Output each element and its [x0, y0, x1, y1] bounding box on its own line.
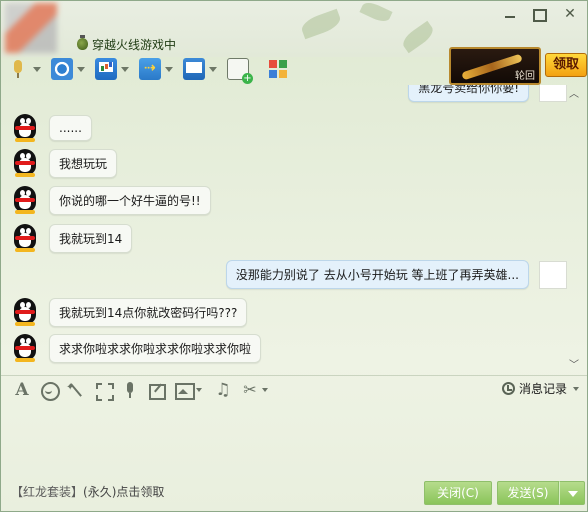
voice-call-button[interactable] — [7, 56, 41, 82]
message-outgoing-partial: 黑龙号卖给你你要! — [398, 85, 567, 102]
promo-duration: (永久) — [83, 485, 117, 499]
message-bubble: 我就玩到14点你就改密码行吗??? — [49, 297, 248, 327]
penguin-avatar-icon[interactable] — [11, 297, 39, 327]
promo-banner: 轮回 领取 — [449, 47, 587, 85]
weapon-thumbnail[interactable]: 轮回 — [449, 47, 541, 85]
window-controls: ✕ — [503, 7, 577, 21]
penguin-avatar-icon[interactable] — [11, 223, 39, 253]
grenade-icon — [77, 35, 88, 50]
message-bubble: 没那能力别说了 去从小号开始玩 等上班了再弄英雄... — [225, 260, 529, 289]
apps-button[interactable] — [267, 56, 289, 82]
penguin-avatar-icon[interactable] — [11, 148, 39, 178]
chevron-down-icon[interactable] — [121, 66, 129, 72]
close-icon[interactable]: ✕ — [563, 7, 577, 21]
folder-transfer-icon — [139, 58, 161, 80]
promo-tag: 【红龙套装】 — [11, 485, 84, 499]
penguin-avatar-icon[interactable] — [11, 113, 39, 143]
scroll-up-icon[interactable]: ︿ — [569, 85, 579, 100]
chat-window: 穿越火线游戏中 ✕ ⇢ + 轮回 领取 黑龙号卖给你你要! ︿ ...... 我… — [0, 0, 588, 512]
message-bubble: ...... — [49, 115, 92, 141]
message-incoming: 我就玩到14 — [11, 223, 133, 253]
message-input[interactable] — [1, 403, 587, 475]
scissors-icon[interactable]: ✂ — [239, 380, 261, 400]
chat-toolbar — [7, 55, 299, 84]
message-bubble: 你说的哪一个好牛逼的号!! — [49, 185, 211, 215]
chevron-down-icon[interactable] — [33, 66, 41, 72]
input-toolbar: A ♫ ✂ 消息记录 — [1, 375, 587, 403]
image-icon[interactable] — [173, 380, 195, 400]
send-file-button[interactable] — [139, 56, 173, 82]
send-button[interactable]: 发送(S) — [497, 481, 559, 505]
bottom-bar: 【红龙套装】(永久)点击领取 关闭(C) 发送(S) — [1, 479, 587, 511]
video-message-icon[interactable] — [92, 380, 114, 401]
message-bubble: 黑龙号卖给你你要! — [408, 85, 529, 102]
history-label: 消息记录 — [518, 382, 567, 396]
message-incoming: 我就玩到14点你就改密码行吗??? — [11, 297, 248, 327]
message-outgoing: 没那能力别说了 去从小号开始玩 等上班了再弄英雄... — [216, 260, 567, 289]
penguin-avatar-icon[interactable] — [11, 185, 39, 215]
font-icon[interactable]: A — [11, 380, 33, 400]
game-status: 穿越火线游戏中 — [77, 35, 177, 52]
remote-desktop-icon — [183, 58, 205, 80]
message-incoming: 我想玩玩 — [11, 148, 118, 178]
game-status-text: 穿越火线游戏中 — [92, 37, 177, 52]
decorative-leaf — [299, 8, 343, 40]
chevron-down-icon[interactable] — [262, 387, 268, 392]
minimize-icon[interactable] — [503, 7, 517, 21]
apps-grid-icon — [267, 58, 289, 80]
weapon-label: 轮回 — [515, 71, 535, 82]
close-button[interactable]: 关闭(C) — [424, 481, 492, 505]
decorative-leaf — [359, 1, 393, 25]
screen-share-icon — [95, 58, 117, 80]
music-icon[interactable]: ♫ — [212, 380, 234, 400]
message-incoming: 求求你啦求求你啦求求你啦求求你啦 — [11, 333, 262, 363]
self-avatar[interactable] — [539, 260, 567, 289]
magic-wand-icon[interactable] — [65, 378, 87, 400]
penguin-avatar-icon[interactable] — [11, 333, 39, 363]
emoji-icon[interactable] — [38, 380, 60, 401]
promo-action: 点击领取 — [116, 485, 165, 499]
camera-icon — [51, 58, 73, 80]
create-group-button[interactable] — [227, 56, 253, 84]
promo-link[interactable]: 【红龙套装】(永久)点击领取 — [11, 483, 164, 500]
chevron-down-icon[interactable] — [165, 66, 173, 72]
message-list[interactable]: 黑龙号卖给你你要! ︿ ...... 我想玩玩 你说的哪一个好牛逼的号!! 我就… — [1, 85, 587, 373]
message-incoming: 你说的哪一个好牛逼的号!! — [11, 185, 211, 215]
message-bubble: 求求你啦求求你啦求求你啦求求你啦 — [49, 333, 262, 363]
voice-message-icon[interactable] — [119, 380, 141, 400]
chevron-down-icon[interactable] — [209, 66, 217, 72]
microphone-icon — [7, 58, 29, 80]
screen-share-button[interactable] — [95, 56, 129, 82]
chevron-down-icon[interactable] — [196, 387, 202, 392]
clock-icon — [501, 382, 515, 395]
message-history-button[interactable]: 消息记录 — [501, 380, 579, 397]
claim-button[interactable]: 领取 — [545, 53, 587, 77]
chevron-down-icon[interactable] — [77, 66, 85, 72]
maximize-icon[interactable] — [533, 7, 547, 21]
chat-add-icon — [227, 58, 253, 84]
send-options-chevron-icon[interactable] — [559, 481, 585, 505]
video-call-button[interactable] — [51, 56, 85, 82]
contact-avatar[interactable] — [5, 3, 57, 53]
remote-assist-button[interactable] — [183, 56, 217, 82]
message-bubble: 我就玩到14 — [49, 223, 133, 253]
edit-icon[interactable] — [146, 380, 168, 400]
self-avatar[interactable] — [539, 85, 567, 102]
scroll-down-icon[interactable]: ﹀ — [569, 356, 579, 371]
message-bubble: 我想玩玩 — [49, 148, 118, 178]
decorative-leaf — [399, 20, 437, 54]
chevron-down-icon[interactable] — [573, 386, 579, 391]
message-incoming: ...... — [11, 113, 92, 143]
